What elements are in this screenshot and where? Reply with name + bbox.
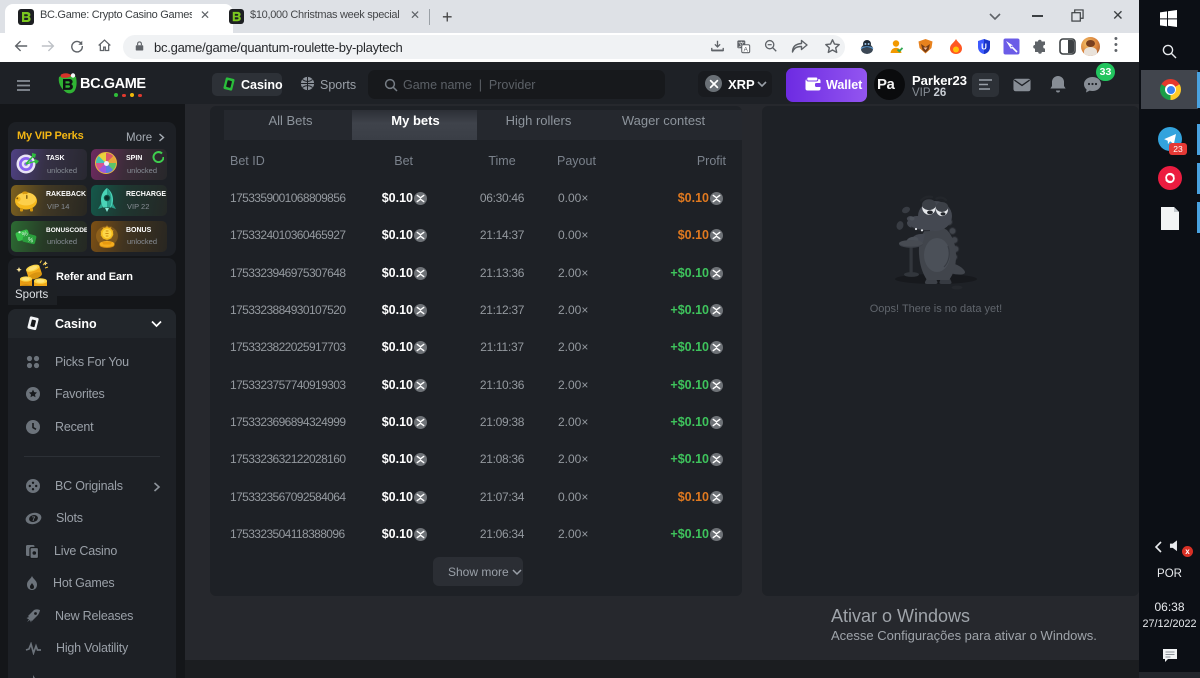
svg-text:7: 7 (32, 516, 36, 523)
svg-text:A: A (743, 46, 748, 53)
svg-text:U: U (981, 43, 987, 52)
